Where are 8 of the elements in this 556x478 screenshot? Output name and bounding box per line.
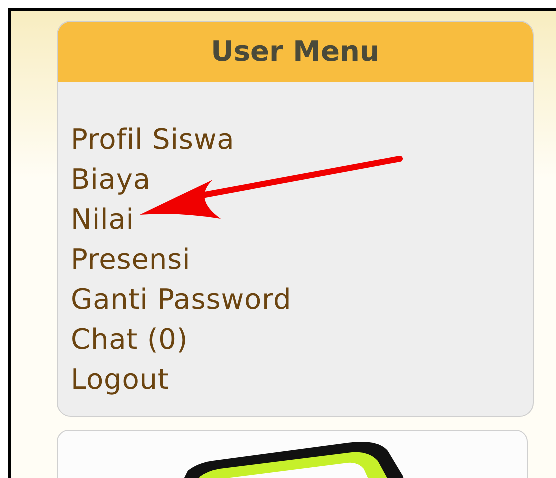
menu-link[interactable]: Chat (0): [71, 320, 188, 360]
menu-link[interactable]: Ganti Password: [71, 280, 292, 320]
menu-link[interactable]: Presensi: [71, 240, 191, 280]
menu-link[interactable]: Nilai: [71, 200, 134, 240]
menu-link[interactable]: Biaya: [71, 160, 151, 200]
menu-link[interactable]: Profil Siswa: [71, 120, 235, 160]
panel-title: User Menu: [211, 34, 380, 70]
menu-link[interactable]: Logout: [71, 360, 170, 400]
